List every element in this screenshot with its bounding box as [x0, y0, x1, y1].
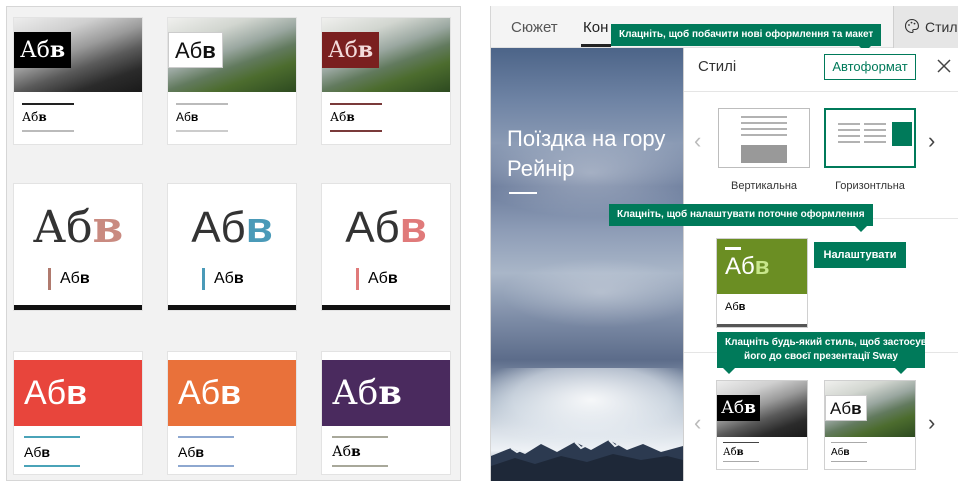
styles-pane-header: Стилі Автоформат	[684, 48, 958, 92]
tab-content[interactable]: Кон	[583, 19, 608, 36]
layout-horizontal-label: Горизонтльна	[835, 180, 905, 192]
style-card-5[interactable]: Абв Абв	[167, 183, 297, 311]
accent-bar	[48, 268, 51, 290]
style-title-sample: Абв	[168, 360, 296, 426]
vertical-layout-icon	[741, 116, 787, 163]
tooltip-apply-style: Клацніть будь-який стиль, щоб застосуват…	[717, 332, 943, 374]
presentation-preview[interactable]: Поїздка на гору Рейнір	[491, 48, 683, 481]
style-sub-sample: Абв	[725, 301, 746, 313]
divider-line	[22, 130, 74, 132]
style-card-4[interactable]: Абв Абв	[13, 183, 143, 311]
divider-line	[178, 465, 234, 467]
styles-button[interactable]: Стилі	[893, 6, 958, 48]
style-title-sample: Абв	[345, 203, 427, 252]
styles-button-label: Стилі	[925, 19, 958, 35]
style-title-sample: Абв	[191, 203, 273, 252]
style-sub-sample: Абв	[178, 444, 204, 460]
layout-vertical-label: Вертикальна	[730, 180, 798, 192]
style-title-sample: Абв	[14, 32, 72, 68]
styles-pane-title: Стилі	[698, 58, 737, 75]
style-title-sample: Абв	[168, 32, 223, 68]
divider-line	[330, 130, 382, 132]
style-sub-sample: Абв	[330, 110, 355, 124]
style-sub-sample: Абв	[60, 270, 90, 287]
style-title-sample: Абв	[14, 360, 142, 426]
tooltip-new-designs: Клацніть, щоб побачити нові оформлення т…	[611, 24, 882, 52]
divider-line	[24, 436, 80, 438]
chevron-left-icon[interactable]: ‹	[694, 128, 701, 154]
active-tab-indicator	[581, 44, 611, 47]
accent-bar	[202, 268, 205, 290]
divider-line	[168, 305, 296, 310]
style-card-1[interactable]: Абв Абв	[13, 17, 143, 145]
style-title-sample: Абв	[725, 253, 770, 280]
tooltip-customize: Клацніть, щоб налаштувати поточне оформл…	[609, 204, 873, 232]
style-sub-sample: Абв	[176, 110, 199, 124]
style-sub-sample: Абв	[723, 447, 744, 458]
style-sub-sample: Абв	[368, 270, 398, 287]
accent-bar	[356, 268, 359, 290]
style-option-1[interactable]: Абв Абв	[716, 380, 808, 470]
tooltip-arrow	[723, 368, 735, 374]
style-card-8[interactable]: Абв Абв	[167, 351, 297, 475]
style-sub-sample: Абв	[24, 444, 50, 460]
divider-line	[176, 130, 228, 132]
current-style-card[interactable]: Абв Абв	[716, 238, 808, 328]
divider-line	[176, 103, 228, 105]
divider-line	[332, 436, 388, 438]
style-gallery: Абв Абв Абв Абв Абв Абв Абв Абв Абв Абв …	[6, 6, 461, 481]
title-underline	[509, 192, 537, 194]
style-sub-sample: Абв	[831, 447, 850, 458]
style-title-sample: Абв	[717, 395, 760, 421]
style-sub-sample: Абв	[22, 110, 47, 124]
styles-pane: Стилі Автоформат ‹ › Вертикальна Горизон…	[683, 48, 958, 481]
tooltip-arrow	[855, 226, 867, 232]
style-card-3[interactable]: Абв Абв	[321, 17, 451, 145]
style-card-7[interactable]: Абв Абв	[13, 351, 143, 475]
divider-line	[14, 305, 142, 310]
style-title-sample: Абв	[322, 32, 380, 68]
palette-icon	[904, 18, 920, 37]
style-title-sample: Абв	[32, 202, 124, 253]
layout-vertical[interactable]	[718, 108, 810, 168]
chevron-right-icon[interactable]: ›	[928, 410, 935, 436]
presentation-title: Поїздка на гору Рейнір	[507, 126, 666, 181]
chevron-right-icon[interactable]: ›	[928, 128, 935, 154]
divider-line	[24, 465, 80, 467]
style-title-sample: Абв	[825, 395, 867, 421]
style-sub-sample: Абв	[332, 444, 361, 460]
style-card-9[interactable]: Абв Абв	[321, 351, 451, 475]
divider-line	[178, 436, 234, 438]
autoformat-button[interactable]: Автоформат	[824, 54, 916, 80]
tab-storyline[interactable]: Сюжет	[511, 19, 558, 36]
style-card-2[interactable]: Абв Абв	[167, 17, 297, 145]
style-option-2[interactable]: Абв Абв	[824, 380, 916, 470]
chevron-left-icon[interactable]: ‹	[694, 410, 701, 436]
divider-line	[330, 103, 382, 105]
divider-line	[332, 465, 388, 467]
style-sub-sample: Абв	[214, 270, 244, 287]
customize-button[interactable]: Налаштувати	[814, 242, 906, 268]
style-title-sample: Абв	[322, 360, 450, 426]
layout-horizontal[interactable]	[824, 108, 916, 168]
horizontal-layout-icon	[838, 122, 912, 146]
divider-line	[322, 305, 450, 310]
sway-editor: Сюжет Кон Стилі Клацніть, щоб побачити н…	[490, 6, 958, 481]
close-icon[interactable]	[936, 54, 952, 80]
style-card-6[interactable]: Абв Абв	[321, 183, 451, 311]
mountain-ridge-image	[491, 439, 683, 481]
tooltip-arrow	[895, 368, 907, 374]
divider-line	[22, 103, 74, 105]
